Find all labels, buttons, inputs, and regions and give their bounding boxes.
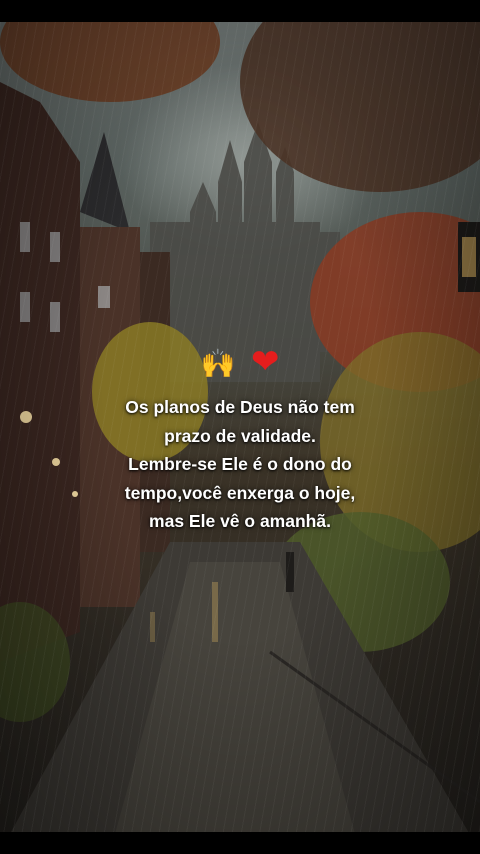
quote-line: prazo de validade. — [164, 425, 316, 446]
emoji-row: 🙌 ❤ — [0, 344, 480, 382]
quote-line: Os planos de Deus não tem — [125, 397, 355, 417]
red-heart-icon: ❤ — [250, 342, 280, 382]
video-frame: 🙌 ❤ Os planos de Deus não tem prazo de v… — [0, 0, 480, 854]
quote-text: Os planos de Deus não tem prazo de valid… — [70, 393, 410, 536]
quote-line: mas Ele vê o amanhã. — [149, 511, 331, 531]
quote-line: Lembre-se Ele é o dono do — [128, 454, 352, 474]
quote-line: tempo,você enxerga o hoje, — [124, 482, 356, 503]
raising-hands-icon: 🙌 — [200, 347, 236, 380]
